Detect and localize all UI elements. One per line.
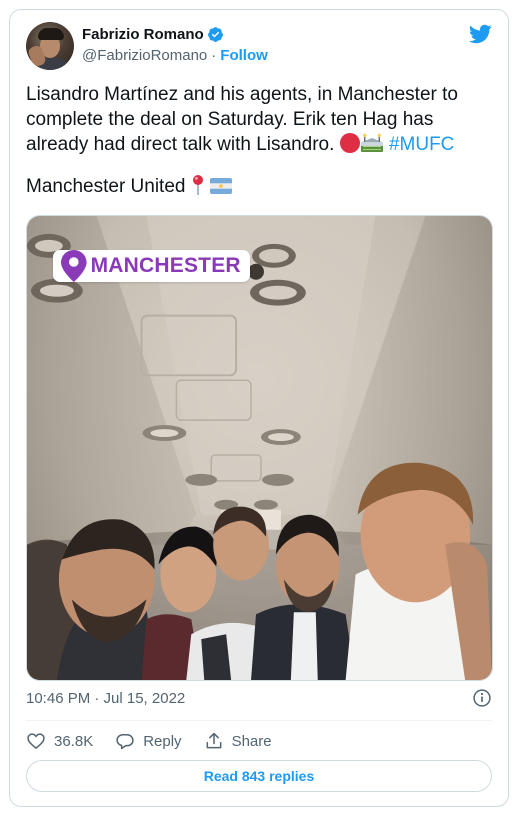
tweet-text-line-4-content: Manchester United [26,176,186,197]
tweet-actions: 36.8K Reply Share [26,728,294,754]
tweet-timestamp[interactable]: 10:46 PM · Jul 15, 2022 [26,690,185,707]
tweet-text-line-1: Lisandro Martínez and his agents, in Man… [26,84,458,105]
hashtag-link[interactable]: #MUFC [389,134,454,155]
round-pushpin-icon [192,175,203,195]
argentina-flag-icon [210,178,233,194]
like-count: 36.8K [54,732,94,750]
location-sticker-text: MANCHESTER [90,254,241,277]
share-icon [206,732,221,749]
reply-label: Reply [143,732,182,750]
tweet-text-line-2: complete the deal on Saturday. Erik ten … [26,109,434,130]
divider [26,720,492,721]
stadium-icon [360,133,383,152]
heart-icon [27,733,45,749]
like-button[interactable]: 36.8K [26,731,93,751]
author-name-row[interactable]: Fabrizio Romano [82,26,224,43]
tweet-text-line-3-content: already had direct talk with Lisandro. [26,134,335,155]
reply-button[interactable]: Reply [115,731,182,751]
avatar[interactable] [26,22,74,70]
tweet-photo[interactable]: MANCHESTER [26,215,493,681]
author-handle-row: @FabrizioRomano · Follow [82,47,268,64]
share-label: Share [231,732,272,750]
location-pin-icon [61,250,87,282]
reply-icon [116,734,134,750]
author-handle[interactable]: @FabrizioRomano [82,47,207,64]
verified-badge-icon [207,27,223,42]
read-replies-button[interactable]: Read 843 replies [26,760,492,792]
location-sticker: MANCHESTER [53,250,250,282]
tweet-card: Fabrizio Romano @FabrizioRomano · Follow… [9,9,509,807]
twitter-bird-icon[interactable] [468,22,492,46]
tweet-text-spacer [26,157,494,174]
share-button[interactable]: Share [204,731,272,751]
tweet-header: Fabrizio Romano @FabrizioRomano · Follow [26,22,492,74]
author-display-name[interactable]: Fabrizio Romano [82,26,204,43]
tweet-text-line-4: Manchester United [26,174,494,199]
private-jet-cabin-photo [27,216,492,680]
tweet-text: Lisandro Martínez and his agents, in Man… [26,82,494,199]
tweet-text-line-3: already had direct talk with Lisandro. #… [26,132,494,157]
info-icon[interactable] [472,688,492,708]
follow-button[interactable]: Follow [220,47,268,64]
red-circle-icon [339,133,360,153]
handle-separator: · [211,47,217,64]
